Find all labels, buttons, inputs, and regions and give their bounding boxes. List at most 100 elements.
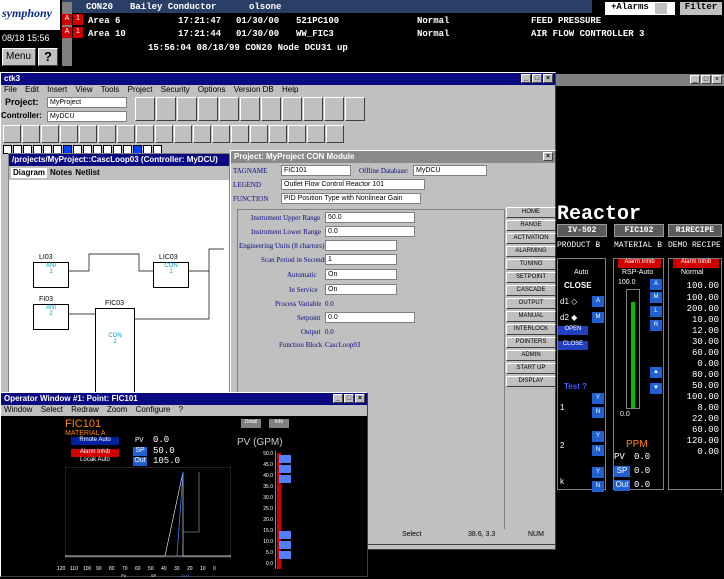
close-icon[interactable]: ×	[543, 74, 553, 83]
toolbar-tool[interactable]	[261, 97, 281, 121]
toolbar-tool[interactable]	[219, 97, 239, 121]
y-button[interactable]: Y	[592, 467, 604, 478]
speaker-icon[interactable]	[655, 3, 667, 14]
in-service-field[interactable]: On	[325, 284, 397, 295]
tagname-field[interactable]: FIC101	[281, 165, 351, 176]
toolbar-tool[interactable]	[307, 125, 325, 143]
menu-insert[interactable]: Insert	[47, 85, 67, 94]
close-icon[interactable]: ×	[543, 152, 553, 161]
toolbar-tool[interactable]	[198, 97, 218, 121]
admin-button[interactable]: ADMIN	[506, 350, 556, 361]
toolbar-tool[interactable]	[250, 125, 268, 143]
scroll-up-button[interactable]	[279, 475, 291, 483]
reactor-tab-fic102[interactable]: FIC102	[614, 224, 664, 237]
menu-view[interactable]: View	[75, 85, 92, 94]
alarm-row[interactable]: Area 6 17:21:47 01/30/00 521PC100 Normal…	[74, 16, 724, 29]
automatic-field[interactable]: On	[325, 269, 397, 280]
toolbar-tool[interactable]	[41, 125, 59, 143]
filter-button[interactable]: Filter	[680, 2, 722, 15]
legend-field[interactable]: Outlet Flow Control Reactor 101	[281, 179, 425, 190]
toolbar-tool[interactable]	[269, 125, 287, 143]
toolbar-tool[interactable]	[3, 125, 21, 143]
out-button[interactable]: Out	[614, 480, 630, 491]
toolbar-tool[interactable]	[155, 125, 173, 143]
scroll-up-button[interactable]	[279, 455, 291, 463]
m-button[interactable]: M	[650, 292, 662, 303]
toolbar-tool[interactable]	[177, 97, 197, 121]
detail-button[interactable]: Detail	[241, 419, 261, 428]
maximize-icon[interactable]: □	[344, 394, 354, 403]
activation-button[interactable]: ACTIVATION	[506, 233, 556, 244]
reactor-tab-iv502[interactable]: IV-502	[557, 224, 607, 237]
eng-units-select[interactable]	[325, 240, 397, 251]
toolbar-tool[interactable]	[345, 97, 365, 121]
minimize-icon[interactable]: _	[521, 74, 531, 83]
toolbar-tool[interactable]	[117, 125, 135, 143]
scroll-down-button[interactable]	[279, 541, 291, 549]
menu-help[interactable]: ?	[179, 405, 183, 414]
menu-configure[interactable]: Configure	[136, 405, 171, 414]
toolbar-tool[interactable]	[22, 125, 40, 143]
scroll-down-button[interactable]	[279, 551, 291, 559]
alarm-row[interactable]: Area 10 17:21:44 01/30/00 WW_FIC3 Normal…	[74, 29, 724, 42]
toolbar-tool[interactable]	[231, 125, 249, 143]
n-button[interactable]: N	[592, 481, 604, 492]
scan-period-select[interactable]: 1	[325, 254, 397, 265]
priority-badge[interactable]: A	[62, 14, 72, 25]
pointers-button[interactable]: POINTERS	[506, 337, 556, 348]
maximize-icon[interactable]: □	[701, 75, 711, 84]
reactor-tab-recipe[interactable]: R1RECIPE	[668, 224, 722, 237]
n-button[interactable]: N	[592, 445, 604, 456]
a-button[interactable]: A	[650, 279, 662, 290]
offline-db-select[interactable]: MyDCU	[413, 165, 487, 176]
toolbar-tool[interactable]	[303, 97, 323, 121]
menu-zoom[interactable]: Zoom	[107, 405, 127, 414]
up-button[interactable]: ▲	[650, 367, 662, 378]
manual-button[interactable]: MANUAL	[506, 311, 556, 322]
priority-badge[interactable]: A	[62, 27, 72, 38]
menu-options[interactable]: Options	[198, 85, 226, 94]
toolbar-tool[interactable]	[282, 97, 302, 121]
toolbar-tool[interactable]	[156, 97, 176, 121]
open-button[interactable]: OPEN	[558, 326, 588, 335]
controller-select[interactable]: MyDCU	[47, 111, 127, 122]
menu-project[interactable]: Project	[128, 85, 153, 94]
n-button[interactable]: N	[592, 407, 604, 418]
toolbar-tool[interactable]	[136, 125, 154, 143]
down-button[interactable]: ▼	[650, 383, 662, 394]
info-button[interactable]: Info	[269, 419, 289, 428]
menu-button[interactable]: Menu	[2, 48, 36, 66]
toolbar-tool[interactable]	[193, 125, 211, 143]
test-label[interactable]: Test ?	[564, 382, 587, 391]
alarming-button[interactable]: ALARMING	[506, 246, 556, 257]
l-button[interactable]: L	[650, 306, 662, 317]
toolbar-tool[interactable]	[212, 125, 230, 143]
menu-help[interactable]: Help	[282, 85, 298, 94]
display-button[interactable]: DISPLAY	[506, 376, 556, 387]
r-button[interactable]: R	[650, 320, 662, 331]
menu-redraw[interactable]: Redraw	[71, 405, 99, 414]
menu-window[interactable]: Window	[4, 405, 32, 414]
menu-security[interactable]: Security	[161, 85, 190, 94]
out-button[interactable]: Out	[133, 457, 147, 466]
minimize-icon[interactable]: _	[690, 75, 700, 84]
scroll-up-button[interactable]	[279, 465, 291, 473]
scroll-down-button[interactable]	[279, 531, 291, 539]
help-button[interactable]: ?	[38, 48, 58, 66]
menu-tools[interactable]: Tools	[101, 85, 120, 94]
close-icon[interactable]: ×	[712, 75, 722, 84]
setpoint-field[interactable]: 0.0	[325, 312, 415, 323]
interlock-button[interactable]: INTERLOCK	[506, 324, 556, 335]
lower-range-field[interactable]: 0.0	[325, 226, 415, 237]
close-icon[interactable]: ×	[355, 394, 365, 403]
adjust-up-button[interactable]: A	[592, 296, 604, 307]
menu-edit[interactable]: Edit	[25, 85, 39, 94]
toolbar-tool[interactable]	[324, 97, 344, 121]
function-select[interactable]: PID Position Type with Nonlinear Gain	[281, 193, 421, 204]
valve-state[interactable]: CLOSE	[564, 281, 604, 292]
toolbar-tool[interactable]	[326, 125, 344, 143]
home-button[interactable]: HOME	[506, 207, 556, 218]
project-select[interactable]: MyProject	[47, 97, 127, 108]
maximize-icon[interactable]: □	[532, 74, 542, 83]
y-button[interactable]: Y	[592, 393, 604, 404]
